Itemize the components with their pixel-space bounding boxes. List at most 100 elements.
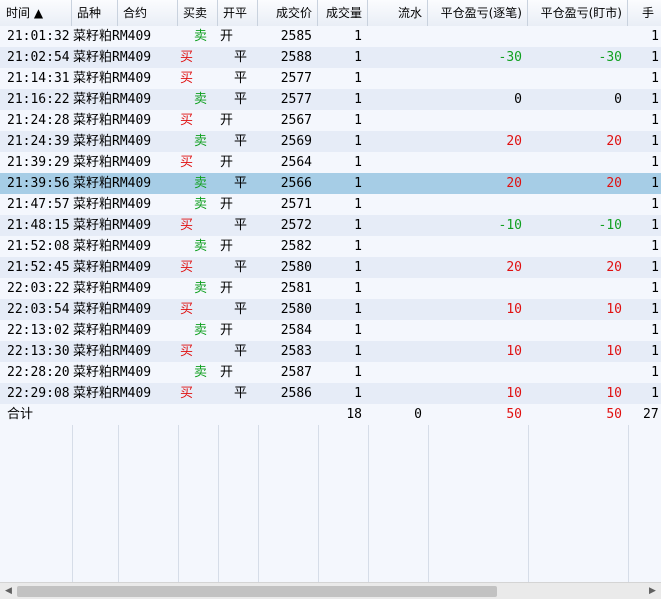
cell-time: 22:03:54	[7, 302, 70, 317]
cell-pnl-mark: 20	[606, 176, 622, 191]
cell-contract: 菜籽粕RM409	[73, 176, 152, 191]
cell-price: 2580	[280, 302, 312, 317]
total-pnl-close: 50	[506, 407, 522, 422]
table-row[interactable]: 22:13:02 菜籽粕RM409 卖开 2584 1 1	[0, 320, 661, 341]
cell-pnl-mark	[528, 320, 628, 341]
cell-pnl-mark: 10	[606, 386, 622, 401]
cell-contract: 菜籽粕RM409	[73, 113, 152, 128]
cell-open-close: 开	[220, 323, 234, 338]
cell-pnl-close: -30	[498, 50, 522, 65]
cell-time: 21:48:15	[7, 218, 70, 233]
cell-price: 2586	[280, 386, 312, 401]
cell-pnl-mark: 0	[614, 92, 622, 107]
cell-price: 2588	[280, 50, 312, 65]
cell-pnl-close	[428, 68, 528, 89]
cell-pnl-mark: -10	[598, 218, 622, 233]
cell-pnl-close	[428, 278, 528, 299]
cell-pnl-close: 10	[506, 386, 522, 401]
table-row[interactable]: 22:28:20 菜籽粕RM409 卖开 2587 1 1	[0, 362, 661, 383]
cell-open-close: 平	[234, 218, 248, 233]
table-header: 时间 ▲ 品种 合约 买卖 开平 成交价 成交量 流水 平仓盈亏(逐笔) 平仓盈…	[0, 0, 661, 27]
cell-time: 21:47:57	[7, 197, 70, 212]
table-row[interactable]: 22:03:22 菜籽粕RM409 卖开 2581 1 1	[0, 278, 661, 299]
column-header-side[interactable]: 买卖	[178, 0, 218, 26]
table-row[interactable]: 22:03:54 菜籽粕RM409 买 平 2580 1 10 10 1	[0, 299, 661, 320]
scrollbar-thumb[interactable]	[17, 586, 497, 597]
cell-fee: 1	[651, 323, 659, 338]
table-row[interactable]: 21:24:39 菜籽粕RM409 卖 平 2569 1 20 20 1	[0, 131, 661, 152]
cell-side: 买	[180, 218, 194, 233]
table-row[interactable]: 21:39:29 菜籽粕RM409 买 开 2564 1 1	[0, 152, 661, 173]
cell-open-close: 开	[220, 281, 234, 296]
cell-fee: 1	[651, 71, 659, 86]
cell-price: 2567	[280, 113, 312, 128]
cell-fee: 1	[651, 50, 659, 65]
cell-volume: 1	[354, 365, 362, 380]
cell-side: 卖	[194, 281, 208, 296]
cell-pnl-close: 0	[514, 92, 522, 107]
column-header-variety[interactable]: 品种	[72, 0, 118, 26]
column-header-flow[interactable]: 流水	[368, 0, 428, 26]
cell-open-close: 开	[220, 239, 234, 254]
column-header-pnl-mark[interactable]: 平仓盈亏(盯市)	[528, 0, 628, 26]
column-header-open-close[interactable]: 开平	[218, 0, 258, 26]
cell-open-close: 平	[234, 344, 248, 359]
cell-side: 买	[180, 50, 194, 65]
column-header-fee[interactable]: 手	[628, 0, 661, 26]
table-row[interactable]: 22:29:08 菜籽粕RM409 买 平 2586 1 10 10 1	[0, 383, 661, 404]
cell-fee: 1	[651, 386, 659, 401]
cell-pnl-close	[428, 152, 528, 173]
cell-fee: 1	[651, 176, 659, 191]
cell-open-close: 平	[234, 260, 248, 275]
cell-time: 22:03:22	[7, 281, 70, 296]
arrow-right-icon[interactable]: ▶	[644, 583, 661, 599]
table-row[interactable]: 22:13:30 菜籽粕RM409 买 平 2583 1 10 10 1	[0, 341, 661, 362]
cell-side: 买	[180, 113, 194, 128]
table-row[interactable]: 21:39:56 菜籽粕RM409 卖 平 2566 1 20 20 1	[0, 173, 661, 194]
cell-volume: 1	[354, 113, 362, 128]
cell-fee: 1	[651, 239, 659, 254]
table-row[interactable]: 21:01:32 菜籽粕RM409 卖开 2585 1 1	[0, 26, 661, 47]
cell-pnl-mark: -30	[598, 50, 622, 65]
cell-time: 22:13:02	[7, 323, 70, 338]
cell-time: 21:24:28	[7, 113, 70, 128]
cell-time: 21:01:32	[7, 29, 70, 44]
cell-side: 卖	[194, 197, 208, 212]
total-row: 合计 18 0 50 50 27	[0, 404, 661, 425]
table-row[interactable]: 21:52:08 菜籽粕RM409 卖开 2582 1 1	[0, 236, 661, 257]
column-header-time[interactable]: 时间 ▲	[0, 0, 72, 26]
cell-pnl-close	[428, 26, 528, 47]
cell-contract: 菜籽粕RM409	[73, 92, 152, 107]
cell-side: 买	[180, 386, 194, 401]
cell-volume: 1	[354, 50, 362, 65]
total-pnl-mark: 50	[606, 407, 622, 422]
table-row[interactable]: 21:47:57 菜籽粕RM409 卖开 2571 1 1	[0, 194, 661, 215]
cell-fee: 1	[651, 29, 659, 44]
arrow-left-icon[interactable]: ◀	[0, 583, 17, 599]
cell-volume: 1	[354, 218, 362, 233]
table-row[interactable]: 21:24:28 菜籽粕RM409 买 开 2567 1 1	[0, 110, 661, 131]
table-row[interactable]: 21:14:31 菜籽粕RM409 买 平 2577 1 1	[0, 68, 661, 89]
cell-time: 21:52:45	[7, 260, 70, 275]
table-row[interactable]: 21:16:22 菜籽粕RM409 卖 平 2577 1 0 0 1	[0, 89, 661, 110]
column-header-volume[interactable]: 成交量	[318, 0, 368, 26]
cell-fee: 1	[651, 302, 659, 317]
cell-pnl-mark	[528, 110, 628, 131]
cell-open-close: 平	[234, 176, 248, 191]
cell-pnl-close: -10	[498, 218, 522, 233]
horizontal-scrollbar[interactable]: ◀ ▶	[0, 582, 661, 599]
cell-price: 2581	[280, 281, 312, 296]
table-row[interactable]: 21:02:54 菜籽粕RM409 买 平 2588 1 -30 -30 1	[0, 47, 661, 68]
cell-contract: 菜籽粕RM409	[73, 71, 152, 86]
table-row[interactable]: 21:48:15 菜籽粕RM409 买 平 2572 1 -10 -10 1	[0, 215, 661, 236]
cell-open-close: 开	[220, 365, 234, 380]
cell-contract: 菜籽粕RM409	[73, 365, 152, 380]
cell-open-close: 开	[220, 113, 234, 128]
cell-volume: 1	[354, 323, 362, 338]
column-header-price[interactable]: 成交价	[258, 0, 318, 26]
column-header-pnl-close[interactable]: 平仓盈亏(逐笔)	[428, 0, 528, 26]
total-flow: 0	[414, 407, 422, 422]
column-header-contract[interactable]: 合约	[118, 0, 178, 26]
cell-volume: 1	[354, 134, 362, 149]
table-row[interactable]: 21:52:45 菜籽粕RM409 买 平 2580 1 20 20 1	[0, 257, 661, 278]
